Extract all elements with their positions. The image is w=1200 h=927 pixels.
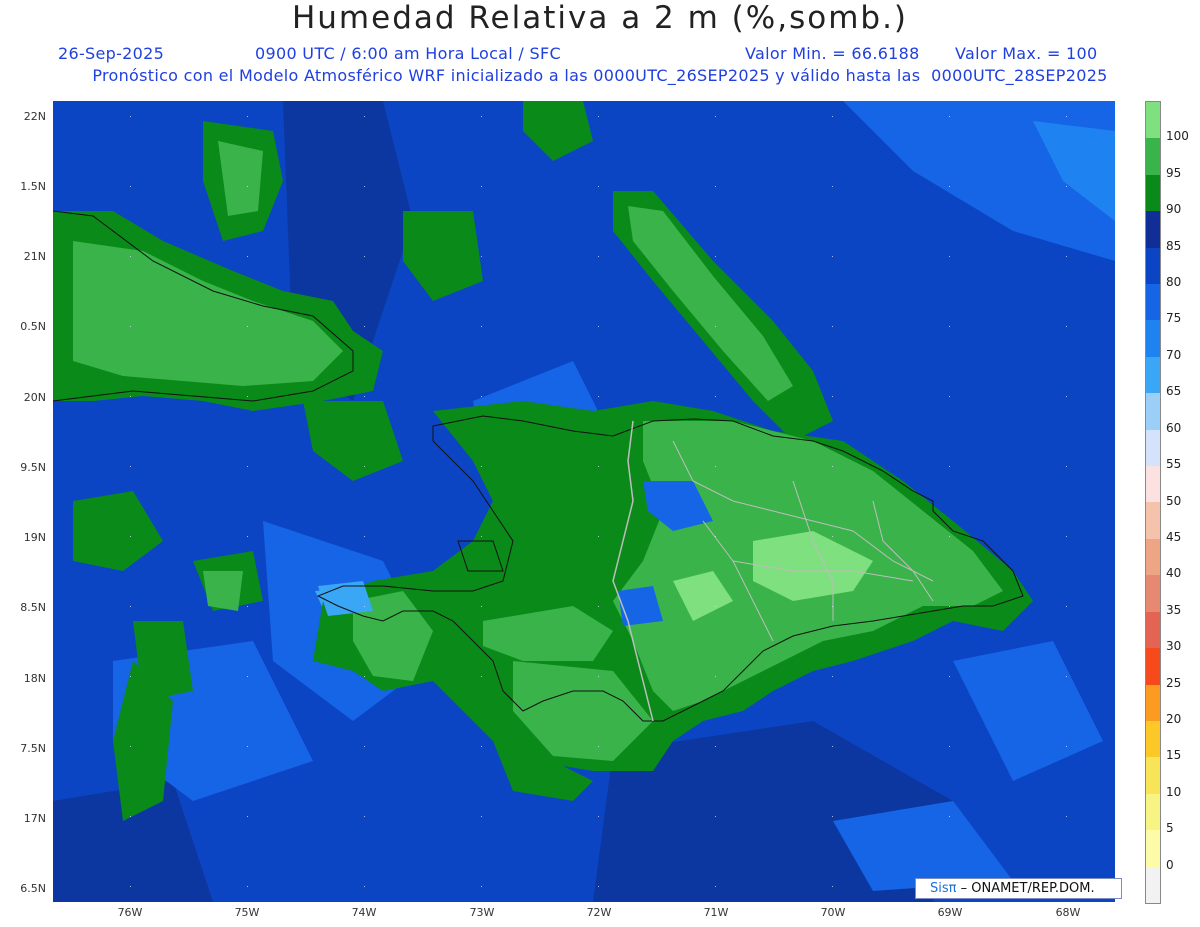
colorbar-segment [1146, 211, 1160, 248]
colorbar-label: 85 [1166, 238, 1182, 253]
lon-label: 75W [234, 906, 260, 919]
colorbar-label: 55 [1166, 457, 1182, 472]
lon-label: 74W [351, 906, 377, 919]
colorbar-label: 5 [1166, 821, 1174, 836]
lat-label: 6.5N [20, 882, 46, 895]
colorbar-label: 25 [1166, 675, 1182, 690]
colorbar-label: 35 [1166, 602, 1182, 617]
colorbar-label: 15 [1166, 748, 1182, 763]
colorbar-label: 50 [1166, 493, 1182, 508]
colorbar-segment [1146, 538, 1160, 576]
lat-label: 20N [23, 391, 46, 404]
colorbar-segment [1146, 247, 1160, 285]
lon-label: 73W [469, 906, 495, 919]
forecast-date: 26-Sep-2025 [58, 44, 165, 63]
colorbar-label: 60 [1166, 420, 1182, 435]
humidity-map [53, 101, 1115, 902]
lat-label: 19N [23, 531, 46, 544]
colorbar-label: 75 [1166, 311, 1182, 326]
lon-label: 69W [937, 906, 963, 919]
model-run-info: Pronóstico con el Modelo Atmosférico WRF… [92, 66, 1108, 85]
forecast-time: 0900 UTC / 6:00 am Hora Local / SFC [255, 44, 561, 63]
colorbar-segment [1146, 720, 1160, 758]
colorbar-segment [1146, 393, 1160, 430]
lon-label: 70W [820, 906, 846, 919]
lat-label: 22N [23, 110, 46, 123]
colorbar-label: 65 [1166, 384, 1182, 399]
map-title: Humedad Relativa a 2 m (%,somb.) [291, 0, 909, 36]
sispi-logo: Sisπ [930, 881, 957, 896]
map-canvas [53, 101, 1115, 902]
lat-label: 7.5N [20, 742, 46, 755]
min-value: Valor Min. = 66.6188 [745, 44, 920, 63]
colorbar-segment [1146, 866, 1160, 903]
lon-label: 76W [117, 906, 143, 919]
colorbar-segment [1146, 320, 1160, 357]
lat-label: 21N [23, 250, 46, 263]
lon-label: 71W [703, 906, 729, 919]
colorbar-segment [1146, 757, 1160, 794]
colorbar-segment [1146, 429, 1160, 467]
colorbar-label: 0 [1166, 857, 1174, 872]
lat-label: 8.5N [20, 601, 46, 614]
colorbar-segment [1146, 102, 1160, 139]
colorbar-segment [1146, 575, 1160, 612]
colorbar-segment [1146, 793, 1160, 831]
max-value: Valor Max. = 100 [955, 44, 1098, 63]
credit-text: – ONAMET/REP.DOM. [960, 881, 1095, 896]
colorbar-label: 45 [1166, 529, 1182, 544]
colorbar-label: 80 [1166, 275, 1182, 290]
colorbar-label: 100 [1166, 129, 1189, 144]
colorbar-segment [1146, 830, 1160, 867]
graticule [53, 101, 1115, 902]
colorbar-segment [1146, 138, 1160, 175]
colorbar-segment [1146, 466, 1160, 503]
lon-label: 68W [1055, 906, 1081, 919]
colorbar-segment [1146, 502, 1160, 539]
lat-label: 1.5N [20, 180, 46, 193]
lon-label: 72W [586, 906, 612, 919]
colorbar-segment [1146, 648, 1160, 685]
lat-label: 17N [23, 812, 46, 825]
colorbar-label: 95 [1166, 165, 1182, 180]
colorbar-label: 90 [1166, 202, 1182, 217]
credit-box: Sisπ – ONAMET/REP.DOM. [915, 878, 1122, 899]
colorbar-label: 70 [1166, 347, 1182, 362]
lat-label: 0.5N [20, 320, 46, 333]
colorbar-segment [1146, 284, 1160, 321]
colorbar-label: 20 [1166, 711, 1182, 726]
colorbar-segment [1146, 684, 1160, 721]
lat-label: 9.5N [20, 461, 46, 474]
colorbar-segment [1146, 356, 1160, 394]
colorbar-label: 40 [1166, 566, 1182, 581]
colorbar-label: 10 [1166, 784, 1182, 799]
colorbar-label: 30 [1166, 639, 1182, 654]
lat-label: 18N [23, 672, 46, 685]
colorbar [1145, 101, 1161, 904]
colorbar-segment [1146, 611, 1160, 649]
colorbar-segment [1146, 174, 1160, 212]
